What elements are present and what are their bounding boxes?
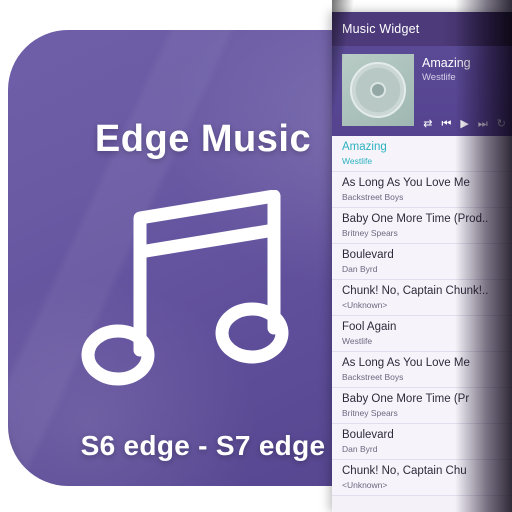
app-screenshot: Edge Music S6 edge - S7 edge Music Widge… [0, 0, 512, 512]
list-item[interactable]: Chunk! No, Captain Chu <Unknown> [332, 460, 512, 496]
track-title: Fool Again [342, 321, 397, 333]
track-title: Boulevard [342, 249, 394, 261]
music-widget-panel: Music Widget Amazing Westlife ⇄ ⏮ ▶ ⏭ ↻ [332, 12, 512, 512]
track-title: As Long As You Love Me [342, 177, 470, 189]
music-note-icon [78, 189, 328, 400]
track-title: Boulevard [342, 429, 394, 441]
list-item[interactable]: As Long As You Love Me Backstreet Boys [332, 352, 512, 388]
track-artist: <Unknown> [342, 480, 388, 490]
list-item[interactable]: Fool Again Westlife [332, 316, 512, 352]
track-artist: Britney Spears [342, 408, 398, 418]
track-title: Baby One More Time (Pr [342, 393, 470, 405]
list-item[interactable]: Amazing Westlife [332, 136, 512, 172]
now-playing-title: Amazing [422, 56, 471, 70]
widget-header: Music Widget [332, 12, 512, 46]
track-title: Amazing [342, 141, 387, 153]
list-item[interactable]: Boulevard Dan Byrd [332, 244, 512, 280]
list-item[interactable]: As Long As You Love Me Backstreet Boys [332, 172, 512, 208]
track-title: Chunk! No, Captain Chu [342, 465, 467, 477]
track-title: Chunk! No, Captain Chunk!.. [342, 285, 489, 297]
next-icon[interactable]: ⏭ [478, 119, 488, 130]
disc-hole [370, 82, 386, 98]
album-art [342, 54, 414, 126]
track-artist: Backstreet Boys [342, 372, 404, 382]
track-artist: Dan Byrd [342, 264, 378, 274]
list-item[interactable]: Baby One More Time (Prod.. Britney Spear… [332, 208, 512, 244]
track-artist: Backstreet Boys [342, 192, 404, 202]
track-title: Baby One More Time (Prod.. [342, 213, 489, 225]
now-playing-bar[interactable]: Amazing Westlife ⇄ ⏮ ▶ ⏭ ↻ [332, 46, 512, 136]
play-icon[interactable]: ▶ [460, 119, 468, 130]
list-item[interactable]: Baby One More Time (Pr Britney Spears [332, 388, 512, 424]
list-item[interactable]: Chunk! No, Captain Chunk!.. <Unknown> [332, 280, 512, 316]
now-playing-artist: Westlife [422, 72, 456, 83]
shuffle-icon[interactable]: ⇄ [423, 119, 432, 130]
track-list[interactable]: Amazing Westlife As Long As You Love Me … [332, 136, 512, 512]
track-artist: Westlife [342, 336, 373, 346]
track-title: As Long As You Love Me [342, 357, 470, 369]
track-artist: <Unknown> [342, 300, 388, 310]
widget-header-title: Music Widget [342, 22, 420, 36]
repeat-icon[interactable]: ↻ [497, 119, 506, 130]
track-artist: Dan Byrd [342, 444, 378, 454]
album-disc-icon [350, 62, 406, 118]
list-item[interactable]: Boulevard Dan Byrd [332, 424, 512, 460]
previous-icon[interactable]: ⏮ [442, 119, 452, 130]
track-artist: Britney Spears [342, 228, 398, 238]
playback-controls: ⇄ ⏮ ▶ ⏭ ↻ [423, 119, 506, 130]
track-artist: Westlife [342, 156, 373, 166]
